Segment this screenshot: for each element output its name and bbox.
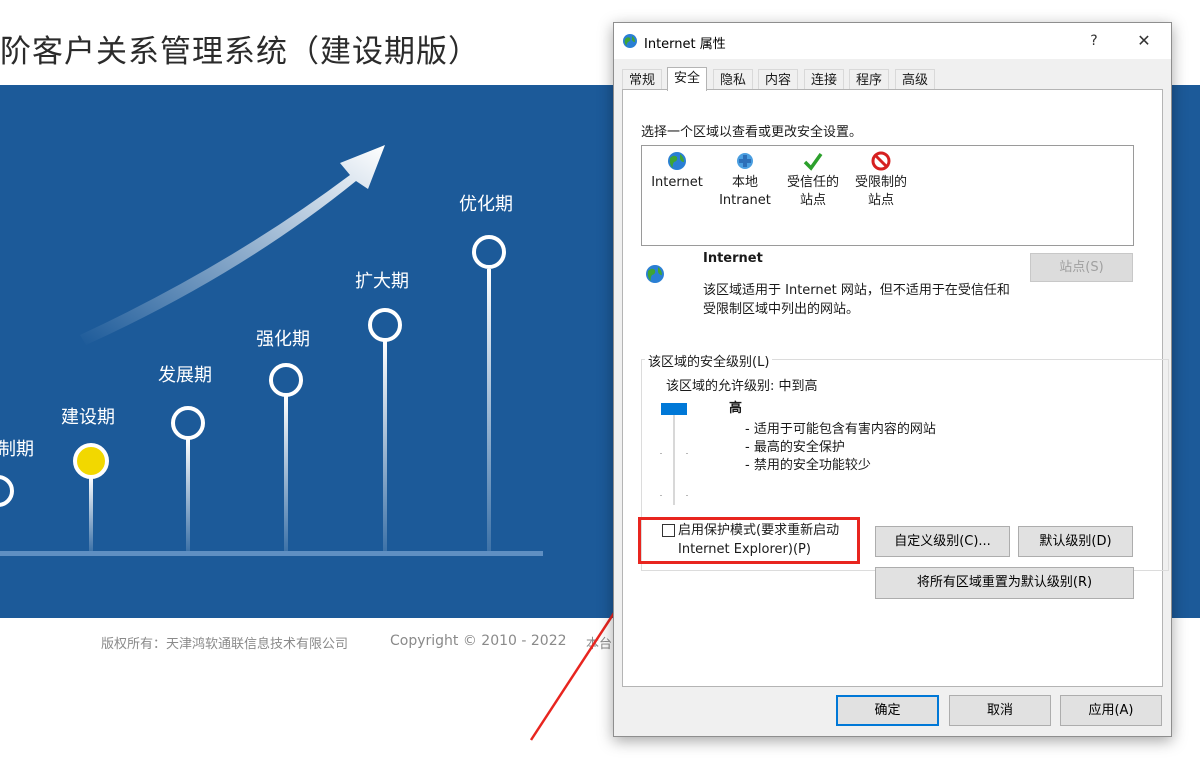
zone-label: 受信任的 — [786, 175, 839, 190]
apply-button[interactable]: 应用(A) — [1060, 695, 1162, 726]
selected-zone-title: Internet — [703, 251, 763, 266]
slider-tick — [686, 495, 688, 496]
zone-label: 受限制的 — [854, 175, 907, 190]
dialog-titlebar[interactable]: Internet 属性 ? ✕ — [614, 23, 1171, 59]
stage-stem — [186, 439, 190, 551]
stage-stem — [89, 477, 93, 551]
zone-label: 站点 — [799, 193, 826, 208]
stage-stem — [284, 396, 288, 551]
close-button[interactable]: ✕ — [1126, 27, 1162, 55]
footer-truncated-text: 本台 — [586, 637, 613, 652]
no-entry-icon — [871, 151, 891, 171]
help-button[interactable]: ? — [1076, 27, 1112, 55]
stage-marker — [472, 235, 506, 269]
zone-restricted-sites[interactable]: 受限制的 站点 — [846, 150, 916, 210]
default-level-button[interactable]: 默认级别(D) — [1018, 526, 1133, 557]
selected-zone-description: 该区域适用于 Internet 网站，但不适用于在受信任和 受限制区域中列出的网… — [703, 281, 1023, 319]
description-line: 受限制区域中列出的网站。 — [703, 302, 860, 317]
stage-label: 制期 — [0, 439, 34, 460]
dialog-title: Internet 属性 — [644, 37, 726, 52]
internet-globe-icon — [623, 34, 637, 48]
stage-marker-active — [73, 443, 109, 479]
sites-button[interactable]: 站点(S) — [1030, 253, 1133, 282]
stage-stem — [383, 341, 387, 551]
zone-label: 本地 — [731, 175, 758, 190]
zone-list: Internet 本地 Intranet 受信任的 站点 受限制的 站点 — [641, 145, 1134, 246]
tab-connections[interactable]: 连接 — [804, 69, 845, 91]
stage-label: 优化期 — [459, 194, 513, 215]
stage-label: 扩大期 — [355, 271, 409, 292]
check-icon — [803, 152, 823, 171]
security-level-slider-thumb[interactable] — [661, 403, 687, 415]
footer-copyright-owner: 版权所有：天津鸿软通联信息技术有限公司 — [101, 637, 349, 652]
stage-marker — [368, 308, 402, 342]
globe-icon — [668, 152, 686, 170]
security-level-bullets: - 适用于可能包含有害内容的网站 - 最高的安全保护 - 禁用的安全功能较少 — [745, 421, 936, 475]
ok-button[interactable]: 确定 — [836, 695, 939, 726]
tab-general[interactable]: 常规 — [622, 69, 663, 91]
level-bullet: - 适用于可能包含有害内容的网站 — [745, 422, 936, 437]
internet-options-dialog: Internet 属性 ? ✕ 常规 安全 隐私 内容 连接 程序 高级 选择一… — [613, 22, 1172, 737]
tab-privacy[interactable]: 隐私 — [713, 69, 754, 91]
cancel-button[interactable]: 取消 — [949, 695, 1051, 726]
selected-zone-globe-icon — [646, 265, 664, 283]
zone-label: Internet — [651, 175, 703, 190]
stage-marker — [0, 475, 14, 507]
description-line: 该区域适用于 Internet 网站，但不适用于在受信任和 — [703, 283, 1010, 298]
security-level-slider-track[interactable] — [673, 403, 675, 505]
zone-label: Intranet — [719, 193, 771, 208]
stage-label: 强化期 — [256, 329, 310, 350]
zone-internet[interactable]: Internet — [642, 150, 712, 192]
level-bullet: - 禁用的安全功能较少 — [745, 458, 871, 473]
slider-tick — [686, 453, 688, 454]
tab-content[interactable]: 内容 — [758, 69, 799, 91]
custom-level-button[interactable]: 自定义级别(C)... — [875, 526, 1010, 557]
stage-marker — [269, 363, 303, 397]
level-bullet: - 最高的安全保护 — [745, 440, 845, 455]
tab-security[interactable]: 安全 — [667, 67, 708, 91]
security-level-name: 高 — [729, 401, 743, 416]
tab-advanced[interactable]: 高级 — [895, 69, 936, 91]
reset-all-zones-button[interactable]: 将所有区域重置为默认级别(R) — [875, 567, 1134, 599]
network-icon — [737, 153, 753, 169]
security-level-group-label: 该区域的安全级别(L) — [645, 351, 773, 370]
stage-label: 发展期 — [158, 365, 212, 386]
zone-trusted-sites[interactable]: 受信任的 站点 — [778, 150, 848, 210]
annotation-highlight-box — [638, 517, 860, 564]
stage-label: 建设期 — [61, 407, 115, 428]
zone-local-intranet[interactable]: 本地 Intranet — [710, 150, 780, 210]
timeline-baseline — [0, 551, 543, 556]
page-title: 阶客户关系管理系统（建设期版） — [0, 34, 480, 70]
slider-tick — [660, 453, 662, 454]
stage-marker — [171, 406, 205, 440]
zone-instruction: 选择一个区域以查看或更改安全设置。 — [641, 125, 863, 140]
tab-programs[interactable]: 程序 — [849, 69, 890, 91]
growth-arrow — [80, 145, 385, 345]
zone-label: 站点 — [867, 193, 894, 208]
allowed-levels-text: 该区域的允许级别: 中到高 — [666, 379, 818, 394]
stage-stem — [487, 269, 491, 551]
footer-copyright-years: Copyright © 2010 - 2022 — [390, 633, 567, 649]
slider-tick — [660, 495, 662, 496]
